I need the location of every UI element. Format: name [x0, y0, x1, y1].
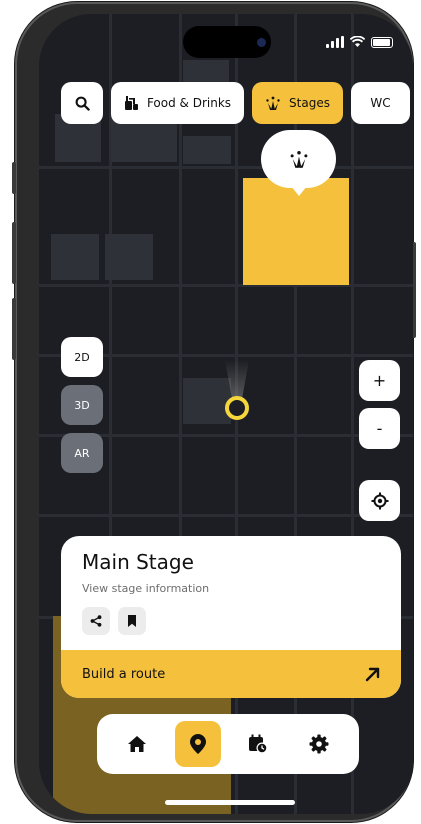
- stage-info-card[interactable]: Main Stage View stage information Build …: [61, 536, 401, 698]
- phone-frame: Food & Drinks Stages WC 2D 3D AR + - Mai…: [12, 2, 416, 822]
- wifi-icon: [350, 36, 365, 47]
- volume-up-button: [12, 222, 16, 284]
- filter-stages-label: Stages: [289, 96, 330, 110]
- locate-me-icon: [371, 492, 388, 509]
- share-icon: [90, 615, 102, 627]
- selected-stage-marker[interactable]: [261, 130, 336, 196]
- volume-down-button: [12, 298, 16, 360]
- map-pin-icon: [189, 734, 206, 754]
- filter-stages[interactable]: Stages: [252, 82, 343, 124]
- bookmark-button[interactable]: [118, 607, 146, 635]
- bookmark-icon: [128, 615, 136, 627]
- mute-switch: [12, 162, 16, 194]
- stage-icon: [266, 96, 280, 110]
- calendar-clock-icon: [249, 734, 268, 754]
- battery-icon: [371, 36, 393, 48]
- search-button[interactable]: [61, 82, 103, 124]
- view-ar-label: AR: [74, 446, 90, 460]
- zoom-in-button[interactable]: +: [359, 360, 400, 401]
- stage-icon: [290, 151, 307, 168]
- food-drinks-icon: [124, 96, 138, 110]
- nav-schedule[interactable]: [235, 721, 281, 767]
- front-camera: [257, 38, 266, 47]
- zoom-out-button[interactable]: -: [359, 408, 400, 449]
- view-3d-button[interactable]: 3D: [61, 385, 103, 425]
- home-indicator: [165, 800, 295, 805]
- build-route-label: Build a route: [82, 666, 166, 682]
- view-3d-label: 3D: [74, 398, 90, 412]
- app-screen: Food & Drinks Stages WC 2D 3D AR + - Mai…: [39, 14, 413, 814]
- cellular-signal-icon: [326, 36, 344, 48]
- bottom-nav: [97, 714, 359, 774]
- card-subtitle-link[interactable]: View stage information: [82, 582, 209, 595]
- gear-icon: [309, 734, 329, 754]
- filter-wc-label: WC: [370, 96, 391, 110]
- status-bar: [326, 36, 393, 48]
- filter-food-drinks[interactable]: Food & Drinks: [111, 82, 244, 124]
- view-2d-button[interactable]: 2D: [61, 337, 103, 377]
- build-route-button[interactable]: Build a route: [61, 650, 401, 698]
- view-ar-button[interactable]: AR: [61, 433, 103, 473]
- zoom-in-label: +: [372, 371, 387, 390]
- current-location-marker: [225, 396, 249, 420]
- arrow-up-right-icon: [365, 667, 380, 682]
- view-2d-label: 2D: [74, 350, 90, 364]
- locate-me-button[interactable]: [359, 480, 400, 521]
- share-button[interactable]: [82, 607, 110, 635]
- filter-food-drinks-label: Food & Drinks: [146, 96, 232, 110]
- filter-wc[interactable]: WC: [351, 82, 410, 124]
- nav-settings[interactable]: [296, 721, 342, 767]
- card-title: Main Stage: [82, 550, 194, 574]
- nav-home[interactable]: [114, 721, 160, 767]
- home-icon: [128, 736, 147, 752]
- search-icon: [75, 96, 90, 111]
- nav-map[interactable]: [174, 721, 221, 767]
- zoom-out-label: -: [376, 419, 383, 438]
